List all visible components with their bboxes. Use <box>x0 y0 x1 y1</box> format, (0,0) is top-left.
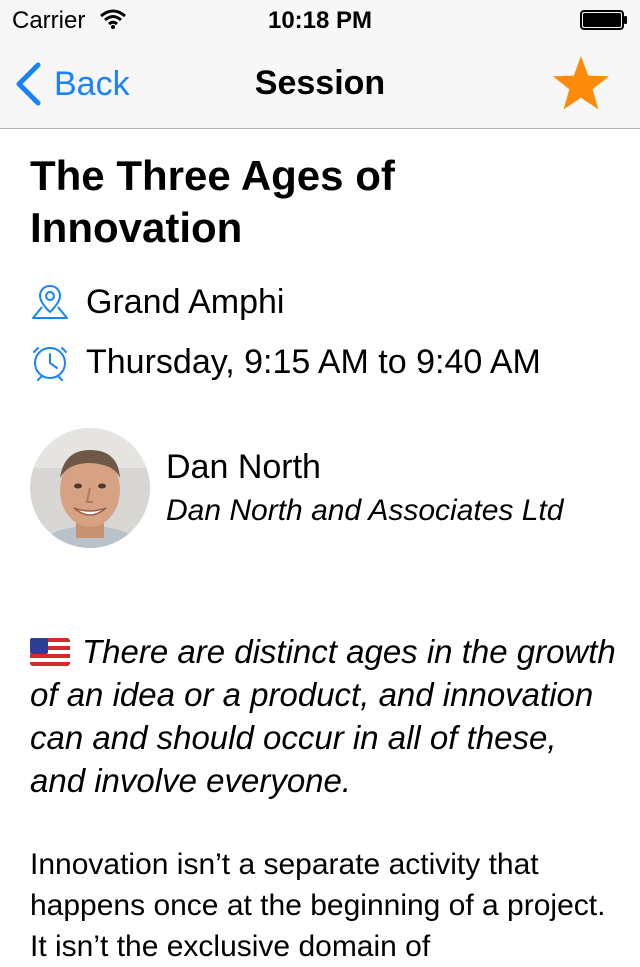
battery-icon <box>580 10 627 30</box>
star-icon[interactable] <box>552 54 610 112</box>
session-time: Thursday, 9:15 AM to 9:40 AM <box>86 342 541 381</box>
session-time-row: Thursday, 9:15 AM to 9:40 AM <box>30 342 541 382</box>
navigation-bar: Back Session <box>0 40 640 129</box>
location-pin-icon <box>32 284 68 319</box>
speaker-avatar <box>30 428 150 548</box>
session-room-row: Grand Amphi <box>30 282 284 322</box>
session-title: The Three Ages of Innovation <box>30 152 395 251</box>
status-time: 10:18 PM <box>267 7 373 34</box>
us-flag-icon <box>30 638 70 666</box>
speaker-row[interactable]: Dan North Dan North and Associates Ltd <box>30 428 610 550</box>
speaker-name: Dan North <box>166 448 321 486</box>
status-bar: Carrier 10:18 PM <box>0 0 640 40</box>
session-summary: There are distinct ages in the growth of… <box>30 630 620 802</box>
session-summary-text: There are distinct ages in the growth of… <box>30 633 616 799</box>
session-room: Grand Amphi <box>86 282 285 321</box>
clock-icon <box>33 347 67 381</box>
nav-title: Session <box>254 64 386 102</box>
speaker-company: Dan North and Associates Ltd <box>166 494 564 527</box>
session-description: Innovation isn’t a separate activity tha… <box>30 848 606 963</box>
